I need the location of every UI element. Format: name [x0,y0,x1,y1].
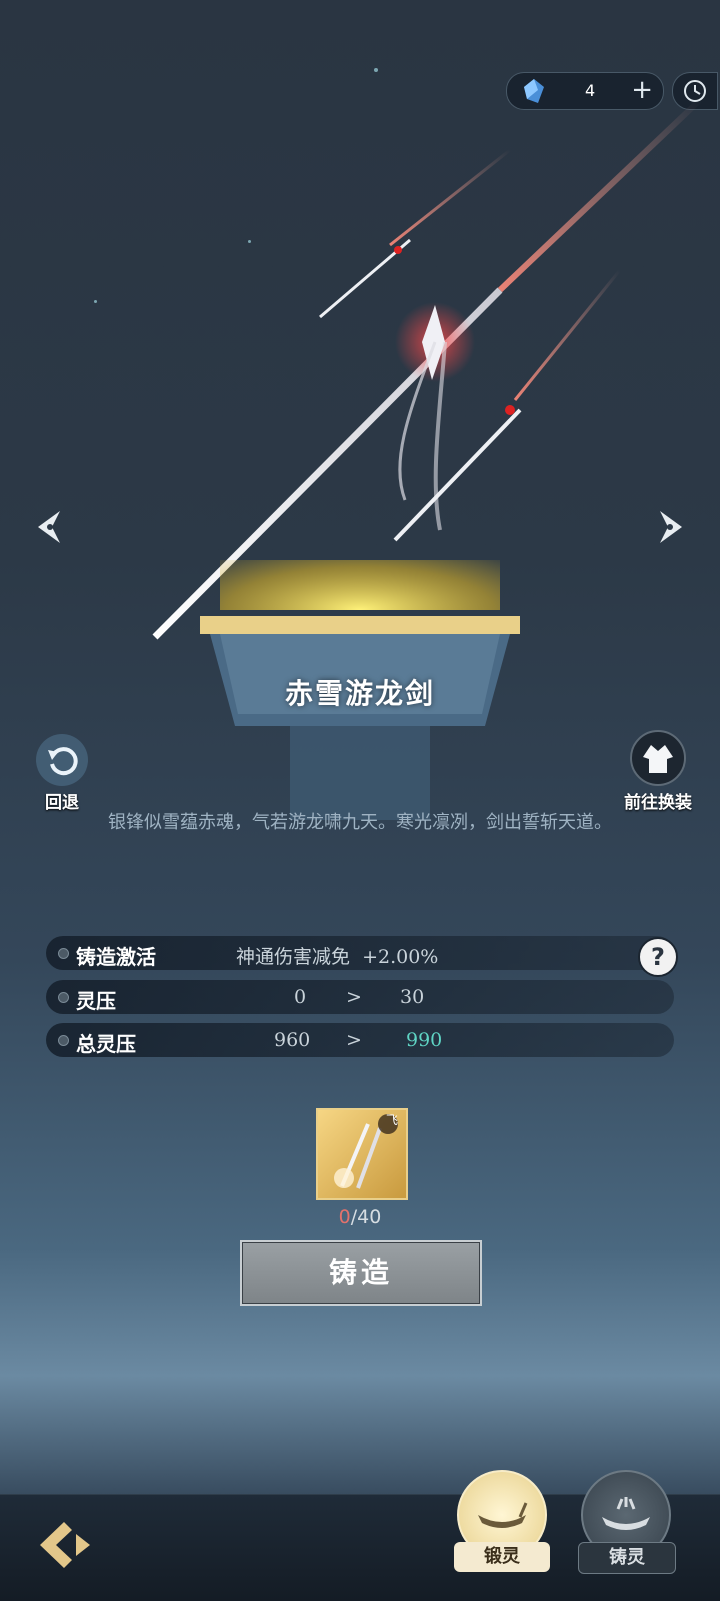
back-arrow-icon[interactable] [34,1514,96,1576]
material-need-count: /40 [350,1206,382,1228]
boat-icon [478,1502,528,1528]
change-outfit-button[interactable]: 前往换装 [608,730,708,813]
stat-row-total-pressure: 总灵压 960 > 990 [46,1023,674,1057]
tab-forge-spirit[interactable]: 锻灵 [454,1470,550,1572]
tab-label: 铸灵 [578,1542,676,1574]
material-count: 0/40 [316,1206,404,1228]
forge-button[interactable]: 铸造 [240,1240,482,1306]
stat-row-spirit-pressure: 灵压 0 > 30 [46,980,674,1014]
weapon-description: 银锋似雪蕴赤魂，气若游龙啸九天。寒光凛冽，剑出誓斩天道。 [108,812,612,833]
stat-arrow: > [346,1029,362,1051]
material-slot[interactable]: 飞 [316,1108,408,1200]
stat-to-value-highlight: 990 [406,1029,443,1051]
stat-label: 灵压 [76,989,116,1013]
tab-cast-spirit[interactable]: 铸灵 [578,1470,676,1574]
undo-circle [36,734,88,786]
robe-icon [643,745,673,773]
undo-button[interactable]: 回退 [32,734,92,813]
material-badge: 飞 [385,1113,398,1127]
bullet-dot [58,1035,69,1046]
undo-icon [48,747,78,776]
weapon-name: 赤雪游龙剑 [284,677,435,710]
stat-label: 总灵压 [76,1032,136,1056]
stat-from-value: 0 [294,986,307,1008]
material-have-count: 0 [338,1206,351,1228]
help-button[interactable]: ? [638,937,678,977]
stat-label: 铸造激活 [76,945,156,969]
star-decoration [374,68,378,72]
bullet-dot [58,948,69,959]
outfit-circle [630,730,686,786]
next-weapon-arrow-icon[interactable] [652,505,688,549]
bullet-dot [58,992,69,1003]
stat-to-value: 30 [400,986,425,1008]
boat-icon [602,1497,650,1530]
previous-weapon-arrow-icon[interactable] [32,505,68,549]
stat-from-value: 960 [274,1029,311,1051]
star-decoration [94,300,97,303]
stat-row-activation: 铸造激活 神通伤害减免 +2.00% [46,936,674,970]
stat-arrow: > [346,986,362,1008]
tab-label: 锻灵 [454,1542,550,1572]
stat-value: 神通伤害减免 +2.00% [236,946,439,968]
